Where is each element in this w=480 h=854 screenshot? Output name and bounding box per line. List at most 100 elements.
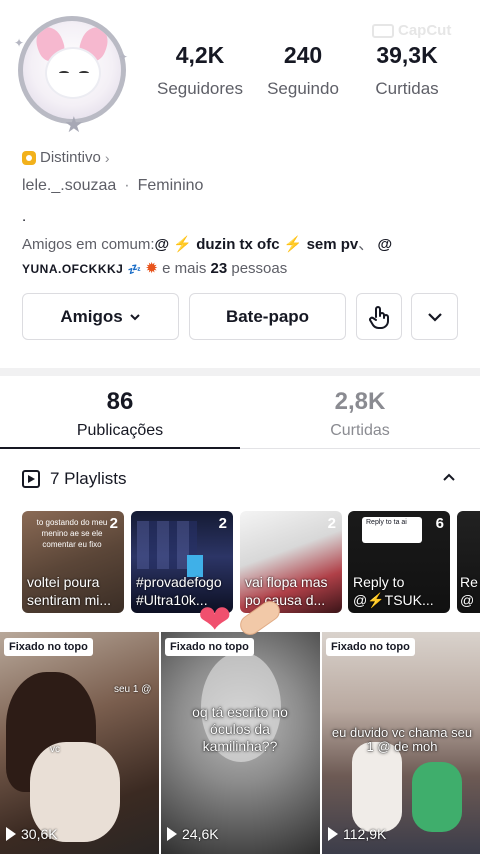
view-count-value: 30,6K (21, 826, 58, 842)
likes-stat[interactable]: 39,3K Curtidas (362, 42, 452, 99)
following-count: 240 (283, 42, 323, 68)
separator: · (124, 177, 130, 194)
following-label: Seguindo (267, 79, 339, 98)
badge-icon (22, 150, 36, 165)
play-icon (328, 827, 338, 841)
sparkle-icon: ✦ (118, 50, 129, 64)
pinned-badge: Fixado no topo (4, 638, 93, 656)
explosion-icon: ✹ (145, 260, 158, 277)
bio: . (22, 208, 27, 225)
video-thumbnail[interactable]: Fixado no topo seu 1 @ vc 30,6K (0, 632, 159, 854)
avatar-image (23, 21, 121, 119)
profile-avatar[interactable]: ★ ✦ ✦ (14, 14, 130, 137)
lightning-icon: ⚡ (283, 236, 303, 253)
chevron-up-icon[interactable] (442, 470, 456, 484)
video-overlay-text: seu 1 @ (114, 684, 152, 695)
sparkle-icon: ✦ (14, 36, 25, 50)
video-thumb-shape (412, 762, 462, 832)
mutual-count: 23 (210, 260, 228, 277)
more-options-button[interactable] (411, 293, 458, 340)
chat-button[interactable]: Bate-papo (189, 293, 346, 340)
video-overlay-text: vc (50, 744, 60, 755)
mutual-name-1: duzin tx ofc (196, 236, 280, 253)
video-thumb-shape (352, 742, 402, 832)
username: lele._.souzaa (22, 177, 117, 194)
badge-link[interactable]: Distintivo › (22, 149, 110, 166)
likes-count: 39,3K (376, 42, 438, 68)
playlist-card[interactable]: to gostando do meu menino ae se ele come… (22, 511, 124, 613)
liked-label: Curtidas (330, 422, 390, 439)
capcut-watermark: CapCut (372, 22, 451, 39)
video-caption: eu duvido vc chama seu 1 @ de moh (331, 725, 473, 754)
playlist-count: 2 (218, 515, 227, 532)
chat-label: Bate-papo (225, 306, 310, 326)
playlist-title: Re @ (460, 574, 478, 608)
play-icon (167, 827, 177, 841)
avatar-eye-left (59, 71, 69, 75)
playlist-overlay-text: to gostando do meu menino ae se ele come… (36, 518, 108, 549)
capcut-logo-icon (372, 23, 394, 38)
play-icon (6, 827, 16, 841)
mutual-prefix: Amigos em comum: (22, 236, 155, 253)
video-thumbnail[interactable]: Fixado no topo eu duvido vc chama seu 1 … (322, 632, 480, 854)
liked-count: 2,8K (334, 388, 386, 415)
mutual-suffix-end: pessoas (231, 260, 288, 277)
poke-button[interactable] (356, 293, 402, 340)
at-icon: @ (154, 236, 174, 253)
video-thumbnail[interactable]: Fixado no topo oq tá escrito no óculos d… (161, 632, 320, 854)
tab-posts[interactable]: 86 Publicações (0, 388, 240, 440)
mutual-friends[interactable]: Amigos em comum:@ ⚡ duzin tx ofc ⚡ sem p… (22, 233, 472, 282)
followers-count: 4,2K (175, 42, 225, 68)
playlists-header[interactable]: 7 Playlists (22, 469, 127, 489)
sleep-icon: 💤 (127, 264, 142, 276)
playlist-title: vai flopa mas po causa d... (245, 574, 328, 608)
view-count-value: 112,9K (343, 826, 387, 842)
likes-label: Curtidas (375, 79, 439, 98)
chevron-right-icon: › (104, 149, 110, 166)
hand-tap-icon (369, 305, 389, 329)
tab-likes[interactable]: 2,8K Curtidas (240, 388, 480, 440)
playlist-card[interactable]: Reply to ta ai 6 Reply to @⚡TSUK... (348, 511, 450, 613)
playlist-card[interactable]: Re @ (457, 511, 480, 613)
playlist-count: 2 (327, 515, 336, 532)
tab-active-indicator (0, 447, 240, 449)
posts-count: 86 (106, 388, 134, 415)
following-stat[interactable]: 240 Seguindo (258, 42, 348, 99)
pinned-badge: Fixado no topo (326, 638, 415, 656)
posts-label: Publicações (76, 422, 164, 439)
friends-button[interactable]: Amigos (22, 293, 179, 340)
view-count: 24,6K (167, 826, 219, 842)
badge-label: Distintivo (40, 149, 101, 166)
mutual-suffix: e mais (162, 260, 207, 277)
playlist-count: 6 (435, 515, 444, 532)
avatar-star-icon: ★ (64, 112, 84, 137)
avatar-face (45, 47, 101, 99)
view-count-value: 24,6K (182, 826, 219, 842)
followers-stat[interactable]: 4,2K Seguidores (150, 42, 250, 99)
playlists-title: 7 Playlists (50, 469, 127, 488)
followers-label: Seguidores (156, 79, 243, 98)
playlist-count: 2 (109, 515, 118, 532)
friends-label: Amigos (60, 306, 123, 326)
at-icon: @ (377, 236, 393, 253)
playlist-icon (22, 470, 40, 488)
chevron-down-icon (129, 313, 140, 320)
mutual-name-3: YUNA.OFCKKKJ (22, 262, 124, 276)
profile-handle-row: lele._.souzaa · Feminino (22, 177, 203, 195)
avatar-frame (18, 16, 126, 124)
playlist-title: Reply to @⚡TSUK... (353, 574, 434, 608)
video-caption: oq tá escrito no óculos da kamilinha?? (192, 704, 288, 754)
heart-sticker-icon: ❤ (198, 598, 232, 642)
playlist-card[interactable]: 2 vai flopa mas po causa d... (240, 511, 342, 613)
separator: 、 (358, 236, 374, 253)
chevron-down-icon (427, 312, 442, 322)
playlist-title: voltei poura sentiram mi... (27, 574, 112, 608)
mutual-name-2: sem pv (306, 236, 359, 253)
avatar-eye-right (79, 71, 89, 75)
view-count: 30,6K (6, 826, 58, 842)
lightning-icon: ⚡ (173, 236, 193, 253)
gender: Feminino (137, 177, 204, 194)
section-divider (0, 368, 480, 376)
playlist-overlay-text: Reply to ta ai (366, 519, 407, 526)
view-count: 112,9K (328, 826, 386, 842)
